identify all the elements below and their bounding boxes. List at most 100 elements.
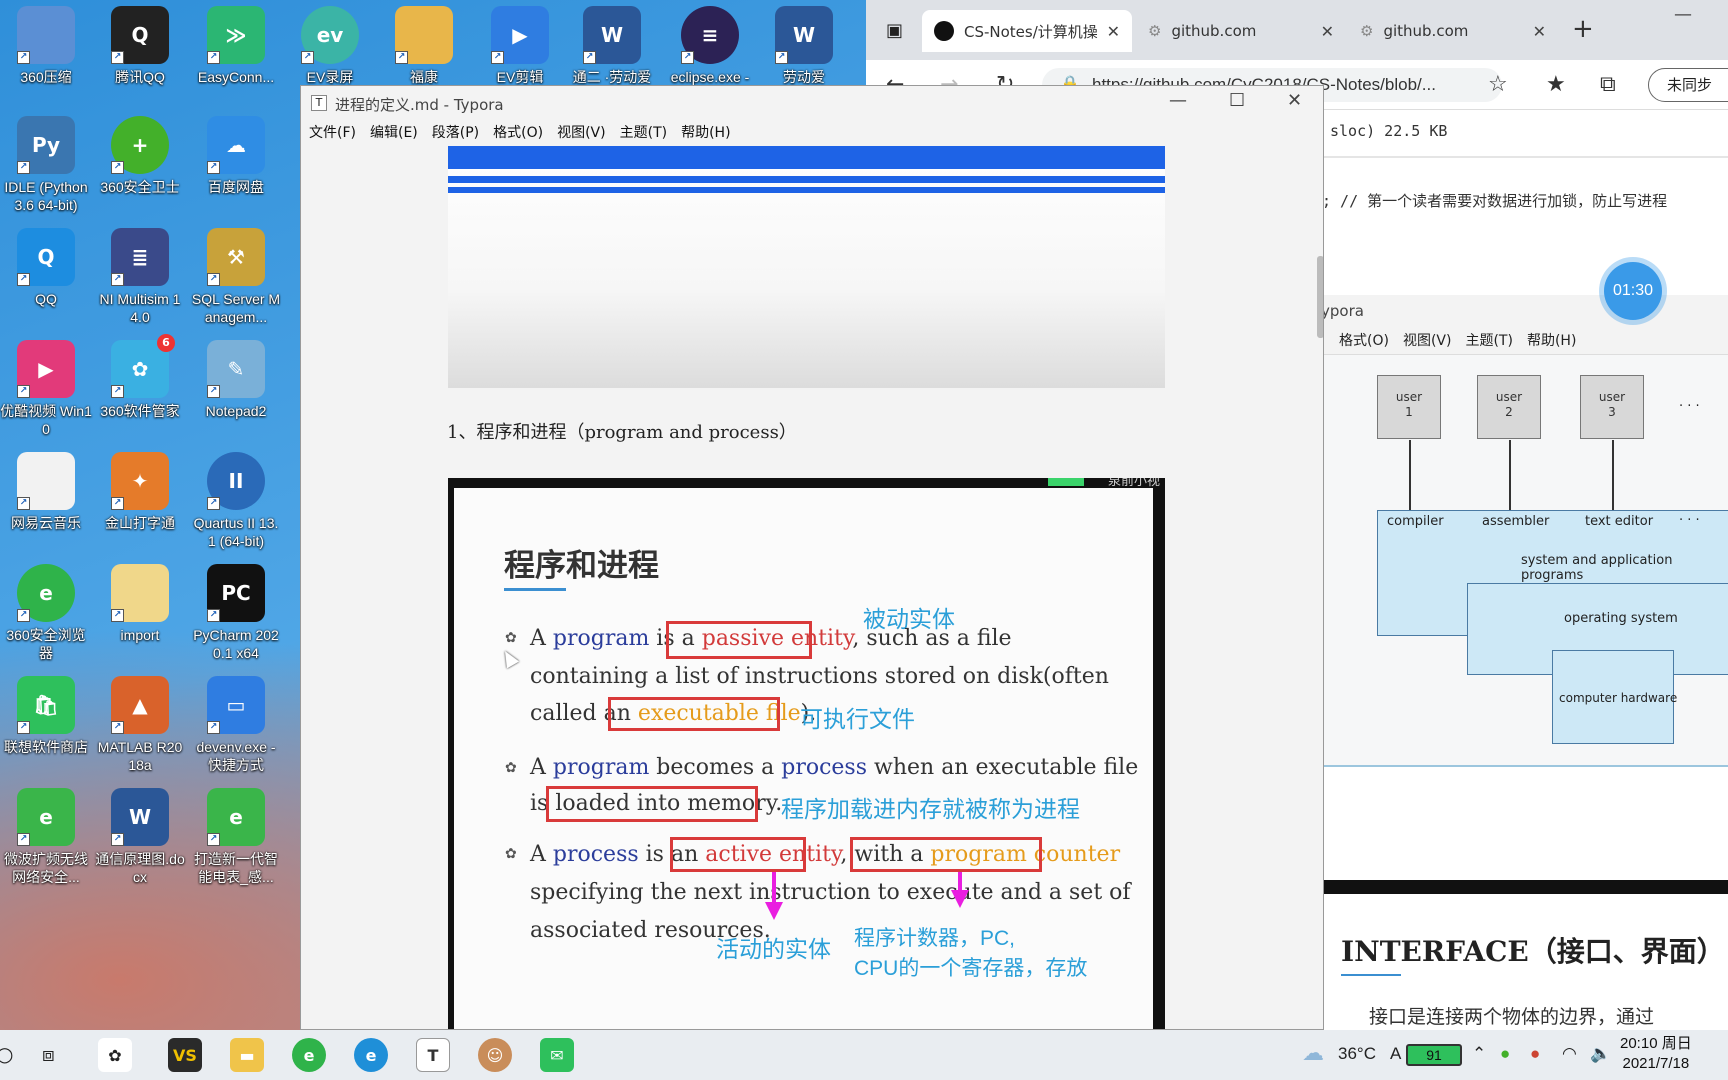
pink-arrow-shaft bbox=[772, 872, 776, 904]
desktop-icon-cloudmusic[interactable]: ↗ 网易云音乐 bbox=[0, 446, 92, 532]
highlight-box bbox=[850, 837, 1042, 872]
eclipse-icon: ≡ ↗ bbox=[681, 6, 739, 64]
cloud-disk-icon: ☁ ↗ bbox=[207, 116, 265, 174]
menu-view[interactable]: 视图(V) bbox=[557, 120, 606, 146]
arrow-line bbox=[1409, 440, 1411, 510]
desktop-icon-multisim[interactable]: ≣ ↗ NI Multisim 14.0 bbox=[94, 222, 186, 326]
desktop-icon-pdf2[interactable]: e ↗ 打造新一代智能电表_感... bbox=[190, 782, 282, 886]
desktop-icon-eclipse[interactable]: ≡ ↗ eclipse.exe - bbox=[664, 0, 756, 86]
desktop-icon-matlab[interactable]: ▲ ↗ MATLAB R2018a bbox=[94, 670, 186, 774]
minimize-button[interactable]: — bbox=[1169, 90, 1187, 111]
close-tab-icon[interactable]: ✕ bbox=[1107, 22, 1120, 41]
desktop-icon-import[interactable]: ↗ import bbox=[94, 558, 186, 644]
plus-shield-icon: + ↗ bbox=[111, 116, 169, 174]
new-tab-button[interactable]: + bbox=[1572, 14, 1594, 44]
menu-format[interactable]: 格式(O) bbox=[1339, 327, 1389, 354]
taskbar-vs-icon[interactable]: VS bbox=[168, 1038, 202, 1072]
slide-text: 接口是连接两个物体的边界，通过 bbox=[1369, 1006, 1655, 1028]
desktop-icon-baidupan[interactable]: ☁ ↗ 百度网盘 bbox=[190, 110, 282, 196]
scrollbar-thumb[interactable] bbox=[1317, 256, 1323, 338]
clock[interactable]: 20:10 周日 2021/7/18 bbox=[1620, 1034, 1692, 1074]
wechat-icon[interactable]: ✉ bbox=[540, 1038, 574, 1072]
desktop-icon-360zip[interactable]: ↗ 360压缩 bbox=[0, 0, 92, 86]
minimize-button[interactable]: — bbox=[1674, 4, 1692, 25]
maximize-button[interactable]: ☐ bbox=[1229, 90, 1245, 111]
desktop-icon-sqlserver[interactable]: ⚒ ↗ SQL Server Managem... bbox=[190, 222, 282, 326]
desktop-icon-qq[interactable]: Q ↗ QQ bbox=[0, 222, 92, 308]
pinwheel-icon: ✦ ↗ bbox=[111, 452, 169, 510]
collections-icon[interactable]: ⧉ bbox=[1600, 72, 1616, 97]
typora-taskbar-icon[interactable]: T bbox=[416, 1038, 450, 1072]
edge-icon[interactable]: e bbox=[354, 1038, 388, 1072]
tab-cs-notes[interactable]: CS-Notes/计算机操 ✕ bbox=[922, 10, 1132, 52]
weather-temp[interactable]: 36°C bbox=[1338, 1044, 1376, 1064]
desktop-icon-easyconn[interactable]: ≫ ↗ EasyConn... bbox=[190, 0, 282, 86]
ellipsis: · · · bbox=[1679, 399, 1700, 414]
recording-timer[interactable]: 01:30 bbox=[1604, 262, 1662, 320]
desktop-icon-360softmgr[interactable]: ✿ ↗ 6 360软件管家 bbox=[94, 334, 186, 420]
editor-area[interactable]: 1、程序和进程（program and process） 泉前小视 程序和进程 … bbox=[301, 146, 1323, 1029]
desktop-icon-quartus[interactable]: II ↗ Quartus II 13.1 (64-bit) bbox=[190, 446, 282, 550]
blue-band bbox=[448, 146, 1165, 169]
desktop-icon-tencent-qq[interactable]: Q ↗ 腾讯QQ bbox=[94, 0, 186, 86]
add-favorite-icon[interactable]: ☆ bbox=[1488, 72, 1508, 97]
menu-help[interactable]: 帮助(H) bbox=[1527, 327, 1576, 354]
close-button[interactable]: ✕ bbox=[1287, 90, 1302, 111]
desktop-icon-pdf1[interactable]: e ↗ 微波扩频无线网络安全... bbox=[0, 782, 92, 886]
menu-file[interactable]: 文件(F) bbox=[309, 120, 356, 146]
scrollbar[interactable] bbox=[1315, 146, 1323, 1029]
desktop-icon-docx[interactable]: W ↗ 通信原理图.docx bbox=[94, 782, 186, 886]
desktop-icon-typing[interactable]: ✦ ↗ 金山打字通 bbox=[94, 446, 186, 532]
desktop-icon-youku[interactable]: ▶ ↗ 优酷视频 Win10 bbox=[0, 334, 92, 438]
desktop-icon-devenv[interactable]: ▭ ↗ devenv.exe - 快捷方式 bbox=[190, 670, 282, 774]
desktop-icon-pycharm[interactable]: PC ↗ PyCharm 2020.1 x64 bbox=[190, 558, 282, 662]
desktop-icon-notepad2[interactable]: ✎ ↗ Notepad2 bbox=[190, 334, 282, 420]
desktop-icon-360browser[interactable]: e ↗ 360安全浏览器 bbox=[0, 558, 92, 662]
tab-actions-icon[interactable]: ▣ bbox=[886, 20, 903, 41]
desktop-icon-idle[interactable]: Py ↗ IDLE (Python 3.6 64-bit) bbox=[0, 110, 92, 214]
desktop-icon-word2[interactable]: W ↗ 劳动爱 bbox=[758, 0, 850, 86]
desktop-icon-lenovo-store[interactable]: 🛍 ↗ 联想软件商店 bbox=[0, 670, 92, 756]
close-tab-icon[interactable]: ✕ bbox=[1321, 22, 1334, 41]
menu-paragraph[interactable]: 段落(P) bbox=[432, 120, 479, 146]
favorites-icon[interactable]: ★ bbox=[1546, 72, 1566, 97]
sync-button[interactable]: 未同步 bbox=[1648, 68, 1728, 102]
menu-edit[interactable]: 编辑(E) bbox=[370, 120, 418, 146]
file-explorer-icon[interactable]: ▬ bbox=[230, 1038, 264, 1072]
menu-view[interactable]: 视图(V) bbox=[1403, 327, 1452, 354]
menu-bar: 文件(F) 编辑(E) 段落(P) 格式(O) 视图(V) 主题(T) 帮助(H… bbox=[301, 120, 1323, 146]
browser-360-icon[interactable]: e bbox=[292, 1038, 326, 1072]
menu-theme[interactable]: 主题(T) bbox=[1465, 327, 1512, 354]
menu-theme[interactable]: 主题(T) bbox=[620, 120, 667, 146]
os-layers-diagram: user 1 user 2 user 3 · · · compiler asse… bbox=[1319, 355, 1728, 767]
bullet-icon: ✿ bbox=[505, 630, 517, 646]
menu-format[interactable]: 格式(O) bbox=[493, 120, 543, 146]
task-view-icon[interactable]: ⧈ bbox=[42, 1042, 55, 1066]
tab-github-2[interactable]: ⚙ github.com ✕ bbox=[1348, 10, 1558, 52]
avatar-app-icon[interactable]: ☺ bbox=[478, 1038, 512, 1072]
desktop-icon-word1[interactable]: W ↗ 通二 ·劳动爱 bbox=[566, 0, 658, 86]
desktop-icon-folder[interactable]: ↗ 福康 bbox=[378, 0, 470, 86]
desktop-icon-ev-edit[interactable]: ▶ ↗ EV剪辑 bbox=[474, 0, 566, 86]
chevron-up-icon[interactable]: ⌃ bbox=[1472, 1044, 1486, 1064]
volume-icon[interactable]: 🔈 bbox=[1590, 1044, 1611, 1064]
close-tab-icon[interactable]: ✕ bbox=[1533, 22, 1546, 41]
slide-canvas: 程序和进程 被动实体 ✿ A program is a passive enti… bbox=[454, 488, 1153, 1029]
wifi-icon[interactable]: ◠ bbox=[1562, 1044, 1577, 1064]
menu-help[interactable]: 帮助(H) bbox=[681, 120, 730, 146]
desktop-icon-ev-record[interactable]: ev ↗ EV录屏 bbox=[284, 0, 376, 86]
annotation-loaded: 程序加载进内存就被称为进程 bbox=[781, 796, 1080, 822]
desktop-icon-360safe[interactable]: + ↗ 360安全卫士 bbox=[94, 110, 186, 196]
quartus-icon: II ↗ bbox=[207, 452, 265, 510]
app-tray-icon[interactable]: ● bbox=[1530, 1044, 1540, 1064]
ellipsis: · · · bbox=[1679, 513, 1700, 528]
battery-indicator[interactable]: 91 bbox=[1406, 1044, 1462, 1066]
tab-github-1[interactable]: ⚙ github.com ✕ bbox=[1136, 10, 1346, 52]
menu-bar: 格式(O) 视图(V) 主题(T) 帮助(H) bbox=[1319, 327, 1728, 355]
taskbar-app-icon[interactable]: ✿ bbox=[98, 1038, 132, 1072]
blue-band bbox=[448, 176, 1165, 183]
ime-indicator[interactable]: A bbox=[1390, 1044, 1401, 1064]
security-tray-icon[interactable]: ● bbox=[1500, 1044, 1510, 1064]
clock-time: 20:10 周日 bbox=[1620, 1035, 1692, 1052]
search-icon[interactable]: ○ bbox=[0, 1042, 13, 1066]
